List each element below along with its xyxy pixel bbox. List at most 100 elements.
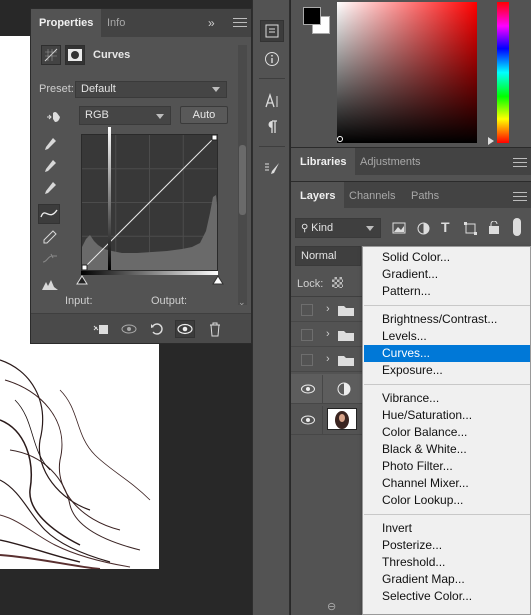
menu-item-posterize[interactable]: Posterize... (364, 537, 530, 554)
picker-cursor[interactable] (337, 136, 343, 142)
white-point-slider-icon[interactable] (212, 275, 224, 285)
expand-panel-icon[interactable]: » (208, 16, 215, 30)
info-panel-icon[interactable] (260, 48, 284, 70)
visibility-toggle-off[interactable] (301, 304, 313, 316)
target-adjust-hand-icon[interactable] (43, 107, 65, 127)
layers-panel-menu-icon[interactable] (513, 192, 527, 204)
toggle-visibility-icon[interactable] (175, 320, 195, 338)
menu-item-color-balance[interactable]: Color Balance... (364, 424, 530, 441)
libraries-panel-menu-icon[interactable] (513, 158, 527, 170)
curves-adjustment-icon (41, 45, 61, 65)
expand-group-icon[interactable]: › (326, 328, 330, 340)
filter-kind-value: Kind (311, 222, 334, 234)
paragraph-panel-icon[interactable] (260, 116, 284, 138)
menu-item-channel-mixer[interactable]: Channel Mixer... (364, 475, 530, 492)
folder-icon (338, 306, 354, 316)
panel-scrollbar[interactable] (238, 45, 247, 305)
menu-item-black-white[interactable]: Black & White... (364, 441, 530, 458)
visibility-toggle-off[interactable] (301, 354, 313, 366)
panel-menu-icon[interactable] (233, 18, 247, 30)
curves-graph[interactable] (81, 134, 218, 271)
adjustment-title: Curves (93, 49, 131, 61)
menu-item-exposure[interactable]: Exposure... (364, 362, 530, 379)
saturation-value-picker[interactable] (337, 2, 477, 143)
properties-panel: Properties Info » Curves Preset: Default… (30, 8, 252, 344)
layer-mask-icon[interactable] (65, 45, 85, 65)
tab-channels[interactable]: Channels (340, 182, 404, 210)
menu-item-vibrance[interactable]: Vibrance... (364, 390, 530, 407)
tab-adjustments[interactable]: Adjustments (351, 148, 430, 176)
tab-info[interactable]: Info (99, 9, 133, 37)
smart-object-filter-icon[interactable] (488, 220, 500, 238)
menu-separator (364, 384, 530, 385)
adjustment-layer-filter-icon[interactable] (417, 222, 430, 238)
layer-row-image[interactable] (291, 405, 363, 435)
tab-libraries[interactable]: Libraries (291, 148, 356, 176)
layer-row-group-2[interactable]: › (291, 323, 363, 347)
menu-item-hue-saturation[interactable]: Hue/Saturation... (364, 407, 530, 424)
color-panel (291, 0, 531, 147)
eye-icon[interactable] (301, 414, 315, 426)
reset-adjustment-icon[interactable] (147, 320, 167, 338)
menu-item-invert[interactable]: Invert (364, 520, 530, 537)
layer-row-group-1[interactable]: › (291, 298, 363, 322)
blend-mode-value: Normal (301, 250, 337, 262)
preset-dropdown[interactable]: Default (75, 81, 227, 98)
eyedropper-black-icon[interactable] (39, 135, 61, 155)
menu-item-selective-color[interactable]: Selective Color... (364, 588, 530, 605)
output-label: Output: (151, 295, 188, 307)
scroll-down-icon[interactable]: ⌄ (238, 297, 246, 308)
preset-value: Default (81, 83, 116, 95)
smooth-curve-icon[interactable] (39, 249, 61, 269)
tab-layers[interactable]: Layers (291, 182, 345, 210)
hue-slider-handle[interactable] (488, 137, 494, 145)
menu-item-color-lookup[interactable]: Color Lookup... (364, 492, 530, 509)
view-previous-state-icon[interactable] (119, 320, 139, 338)
character-panel-icon[interactable] (260, 90, 284, 112)
link-layers-icon[interactable]: ⊖ (327, 600, 336, 613)
menu-item-solid-color[interactable]: Solid Color... (364, 249, 530, 266)
visibility-toggle-off[interactable] (301, 329, 313, 341)
clipping-warning-icon[interactable] (39, 275, 61, 295)
menu-item-photo-filter[interactable]: Photo Filter... (364, 458, 530, 475)
filter-toggle-switch[interactable] (513, 218, 521, 236)
menu-item-gradient[interactable]: Gradient... (364, 266, 530, 283)
channel-dropdown[interactable]: RGB (79, 106, 171, 125)
adjustment-layer-icon (337, 382, 351, 396)
layer-row-adjustment[interactable] (291, 374, 363, 404)
auto-button[interactable]: Auto (180, 106, 228, 124)
shape-layer-filter-icon[interactable] (464, 222, 477, 238)
filter-kind-dropdown[interactable]: ⚲ Kind (295, 218, 381, 238)
folder-icon (338, 356, 354, 366)
black-point-slider-icon[interactable] (76, 275, 88, 285)
edit-points-curve-icon[interactable] (38, 204, 60, 224)
clip-to-layer-icon[interactable] (91, 320, 111, 338)
menu-separator (364, 514, 530, 515)
eye-icon[interactable] (301, 383, 315, 395)
tab-properties[interactable]: Properties (31, 9, 102, 37)
expand-group-icon[interactable]: › (326, 303, 330, 315)
menu-item-curves[interactable]: Curves... (364, 345, 530, 362)
brush-settings-icon[interactable] (260, 158, 284, 180)
menu-item-gradient-map[interactable]: Gradient Map... (364, 571, 530, 588)
pencil-draw-icon[interactable] (39, 227, 61, 247)
layer-row-group-3[interactable]: › (291, 348, 363, 372)
layers-tab-bar: Layers Channels Paths (291, 181, 531, 210)
input-label: Input: (65, 295, 93, 307)
delete-adjustment-icon[interactable] (205, 320, 225, 338)
eyedropper-gray-icon[interactable] (39, 157, 61, 177)
menu-item-brightness-contrast[interactable]: Brightness/Contrast... (364, 311, 530, 328)
properties-panel-icon[interactable] (260, 20, 284, 42)
eyedropper-white-icon[interactable] (39, 179, 61, 199)
menu-item-threshold[interactable]: Threshold... (364, 554, 530, 571)
pixel-layer-filter-icon[interactable] (392, 222, 406, 237)
menu-item-levels[interactable]: Levels... (364, 328, 530, 345)
type-layer-filter-icon[interactable]: T (441, 219, 450, 235)
hue-slider[interactable] (497, 2, 509, 143)
menu-item-pattern[interactable]: Pattern... (364, 283, 530, 300)
foreground-color-swatch[interactable] (303, 7, 321, 25)
lock-transparent-pixels-icon[interactable] (332, 277, 343, 288)
blend-mode-dropdown[interactable]: Normal (295, 246, 361, 266)
tab-paths[interactable]: Paths (402, 182, 448, 210)
expand-group-icon[interactable]: › (326, 353, 330, 365)
